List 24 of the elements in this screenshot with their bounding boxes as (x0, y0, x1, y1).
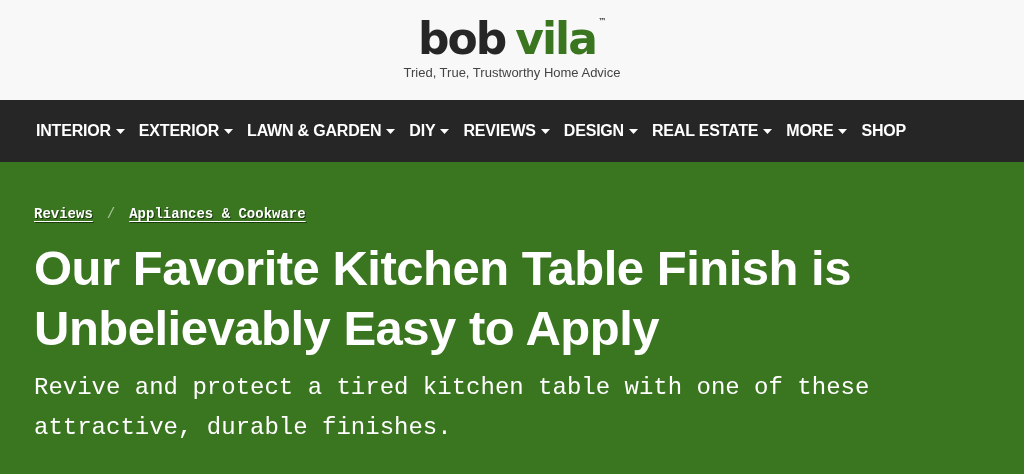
caret-icon (540, 128, 550, 134)
caret-icon (224, 128, 234, 134)
logo[interactable]: bob vila™ (418, 16, 606, 61)
nav-item[interactable]: REVIEWS (463, 122, 550, 140)
nav-item[interactable]: LAWN & GARDEN (247, 122, 396, 140)
nav-item[interactable]: INTERIOR (36, 122, 125, 140)
caret-icon (838, 128, 848, 134)
breadcrumb-link[interactable]: Appliances & Cookware (129, 206, 306, 222)
breadcrumb-link[interactable]: Reviews (34, 206, 93, 222)
breadcrumb-separator: / (106, 206, 116, 222)
caret-icon (440, 128, 450, 134)
subheadline: Revive and protect a tired kitchen table with one of these attractive, durable finishes. (34, 373, 871, 443)
nav-item[interactable]: DIY (409, 122, 450, 140)
caret-icon (115, 128, 125, 134)
nav-item[interactable]: MORE (786, 122, 848, 140)
nav-item[interactable]: DESIGN (563, 122, 638, 140)
tagline: Tried, True, Trustworthy Home Advice (403, 64, 621, 80)
nav-item[interactable]: REAL ESTATE (652, 122, 773, 140)
headline: Our Favorite Kitchen Table Finish is Unbelievably Easy to Apply (34, 240, 852, 357)
nav-item[interactable]: SHOP (861, 122, 906, 140)
caret-icon (386, 128, 396, 134)
caret-icon (629, 128, 638, 134)
caret-icon (763, 128, 773, 134)
nav-item[interactable]: EXTERIOR (138, 122, 234, 140)
